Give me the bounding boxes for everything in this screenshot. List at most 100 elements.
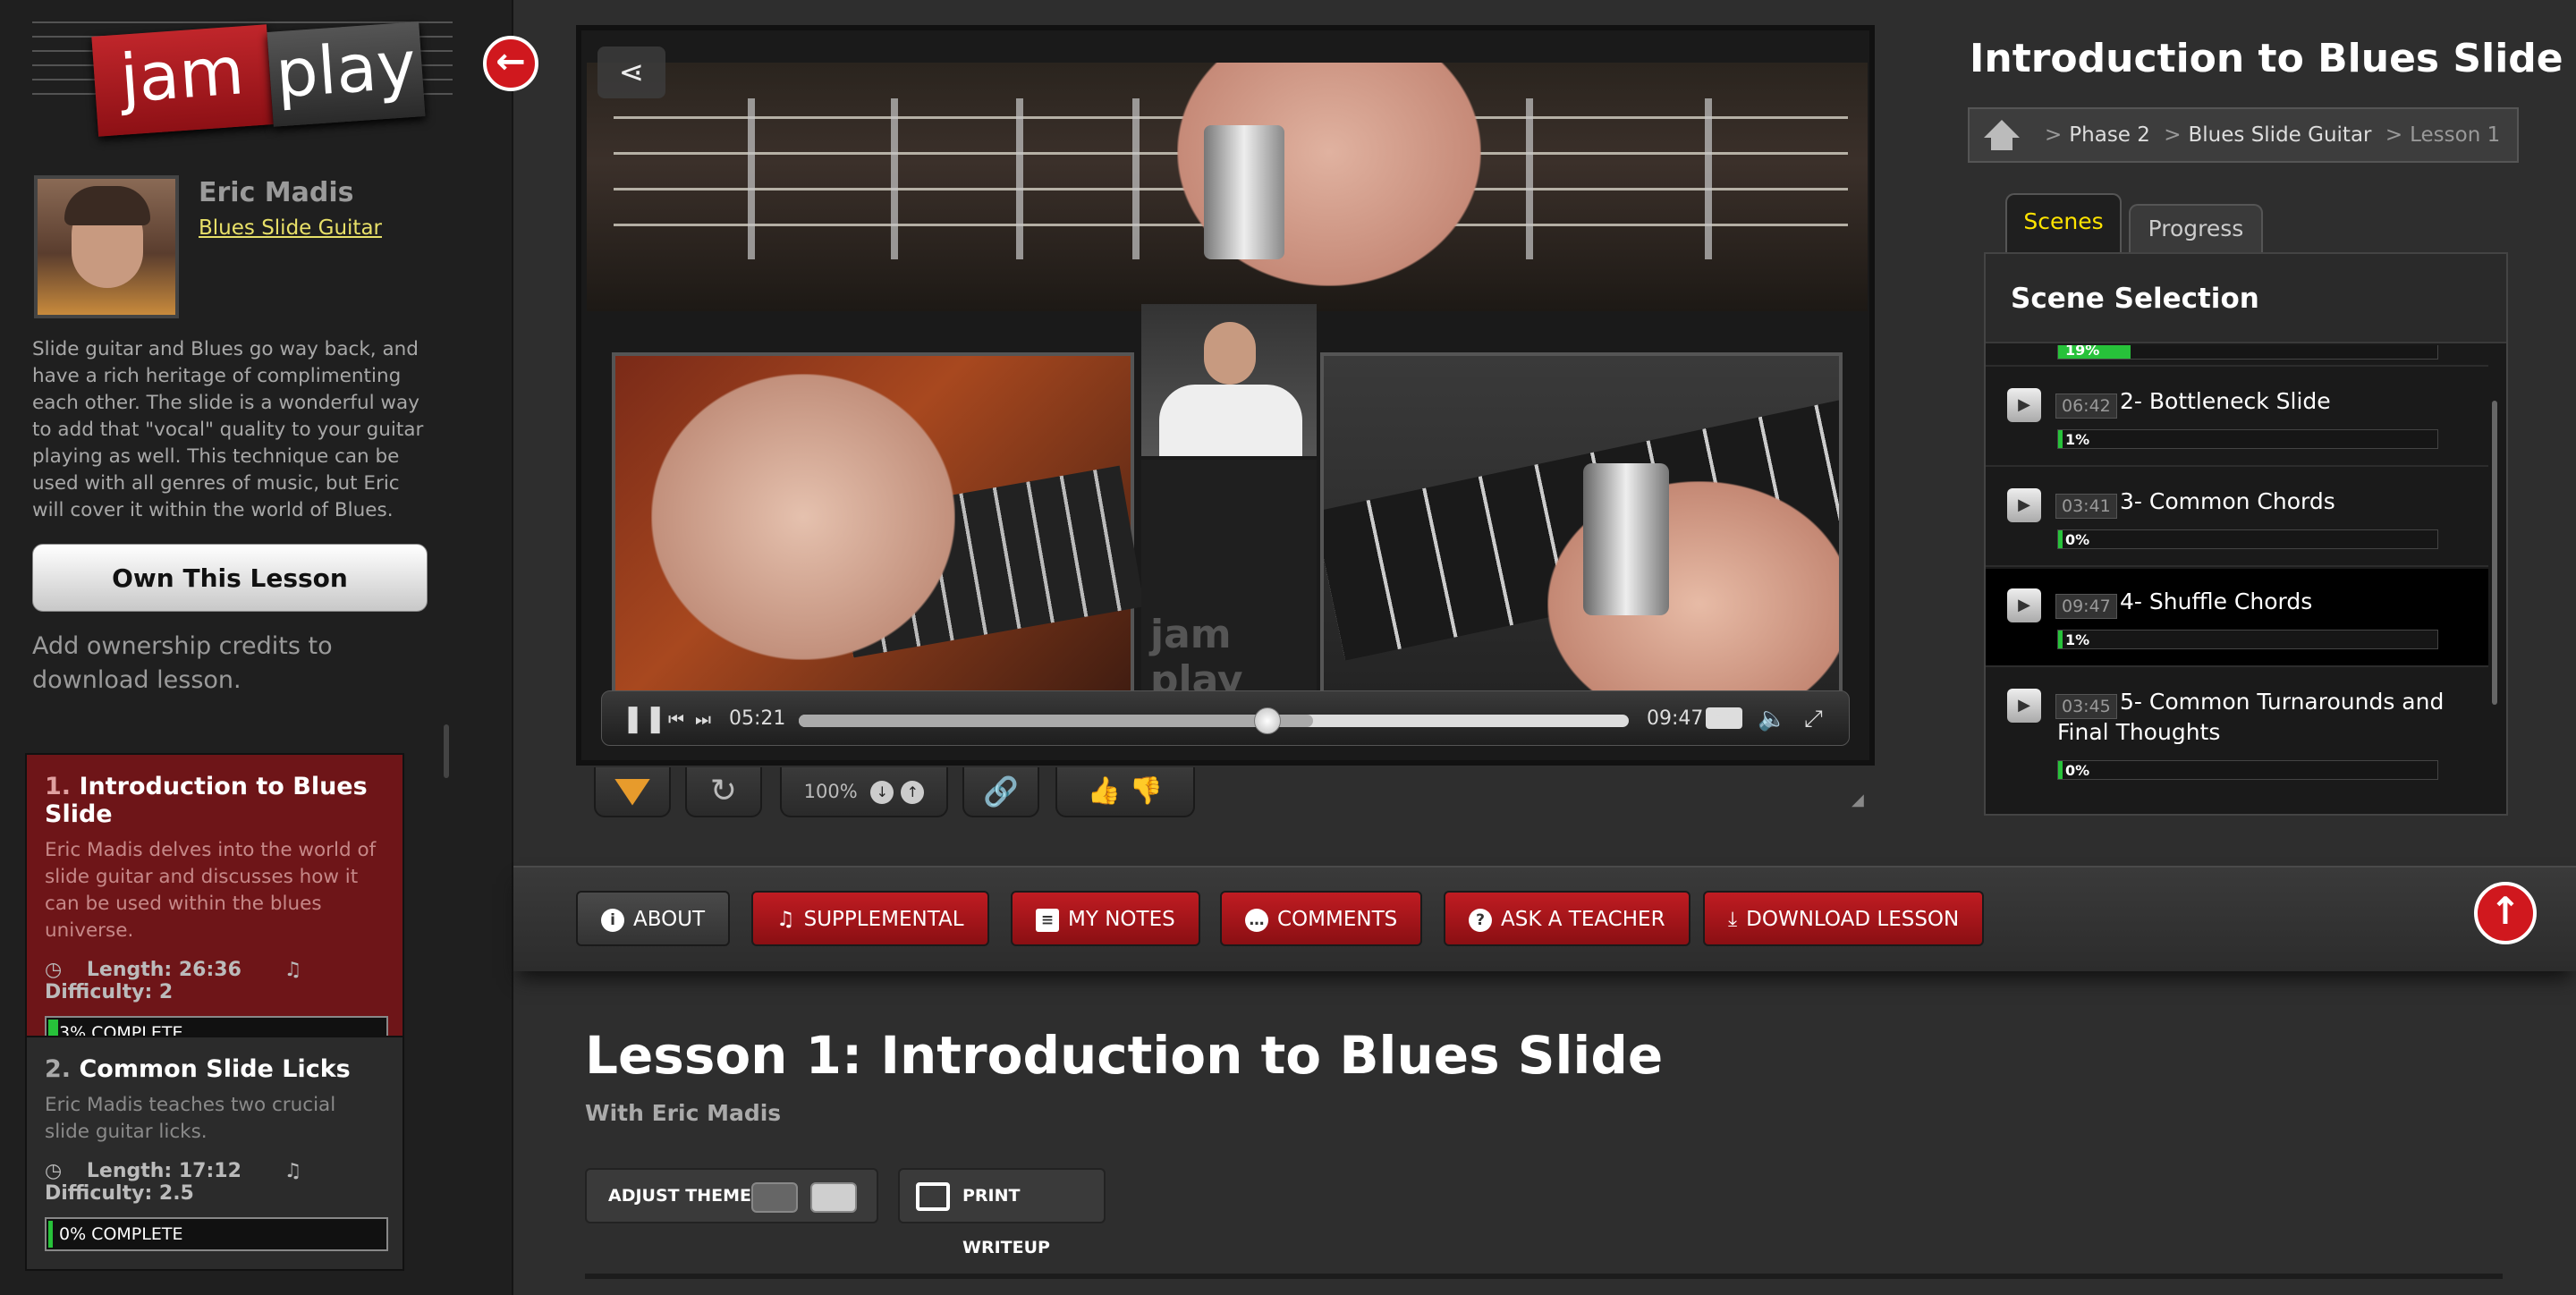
pause-button[interactable]: ❚❚: [622, 691, 666, 747]
star-badge-icon: [614, 778, 650, 806]
lesson-card-2[interactable]: 2. Common Slide Licks Eric Madis teaches…: [25, 1036, 404, 1271]
instructor-avatar: [34, 175, 179, 318]
breadcrumb: > Phase 2 > Blues Slide Guitar > Lesson 1: [1968, 107, 2519, 163]
speed-value: 100%: [803, 781, 858, 802]
jamplay-logo[interactable]: jam play: [32, 9, 453, 137]
video-watermark: jam play: [1150, 612, 1243, 703]
lesson-card-description: Eric Madis teaches two crucial slide gui…: [45, 1094, 336, 1143]
tab-scenes[interactable]: Scenes: [2005, 193, 2122, 254]
thumbs-up-icon[interactable]: 👍: [1088, 775, 1121, 807]
breadcrumb-lesson: Lesson 1: [2410, 123, 2501, 147]
next-scene-button[interactable]: ⏭: [695, 691, 711, 747]
scene-item-4[interactable]: ▶ 09:47 4- Shuffle Chords 1%: [1986, 569, 2488, 667]
link-icon: 🔗: [983, 774, 1019, 808]
breadcrumb-phase[interactable]: Phase 2: [2069, 123, 2150, 147]
collapse-sidebar-button[interactable]: ←: [483, 36, 538, 91]
logo-play-text: play: [267, 21, 426, 127]
music-note-icon: ♫: [284, 1160, 302, 1182]
lesson-card-title: 1. Introduction to Blues Slide: [45, 773, 368, 828]
scene-progress-bar: 1%: [2057, 429, 2438, 449]
scene-duration: 09:47: [2055, 594, 2117, 619]
about-button[interactable]: i ABOUT: [576, 891, 731, 946]
my-notes-button[interactable]: ≡ MY NOTES: [1011, 891, 1200, 946]
scene-name: 5- Common Turnarounds and Final Thoughts: [2057, 689, 2445, 745]
lesson-card-meta: ◷ Length: 26:36 ♫ Difficulty: 2: [45, 959, 302, 1003]
breadcrumb-course[interactable]: Blues Slide Guitar: [2189, 123, 2372, 147]
link-button[interactable]: 🔗: [962, 767, 1039, 817]
expand-icon: ⤢: [1804, 706, 1823, 732]
video-slide-view: [1320, 352, 1843, 728]
scene-item-2[interactable]: ▶ 06:42 2- Bottleneck Slide 1%: [1986, 368, 2488, 467]
seek-bar[interactable]: [799, 707, 1629, 734]
question-icon: ?: [1469, 908, 1492, 932]
resize-handle-icon[interactable]: ◢: [1852, 791, 1864, 809]
scene-list: 19% ▶ 06:42 2- Bottleneck Slide 1% ▶ 03:…: [1986, 345, 2492, 814]
lesson-tab-bar: i ABOUT ♫ SUPPLEMENTAL ≡ MY NOTES … COMMENTS…: [513, 866, 2576, 971]
scene-item-3[interactable]: ▶ 03:41 3- Common Chords 0%: [1986, 469, 2488, 567]
scroll-to-top-button[interactable]: ↑: [2474, 882, 2537, 944]
thumbs-down-icon[interactable]: 👎: [1130, 775, 1163, 807]
share-icon: ⋖: [618, 55, 645, 90]
clock-icon: ◷: [45, 1160, 63, 1182]
hd-toggle[interactable]: HD: [1706, 707, 1742, 729]
supplemental-button[interactable]: ♫ SUPPLEMENTAL: [751, 891, 989, 946]
scene-progress-bar: 19%: [2057, 345, 2438, 360]
skip-forward-icon: ⏭: [695, 708, 711, 730]
ask-teacher-button[interactable]: ? ASK A TEACHER: [1444, 891, 1690, 946]
speed-down-icon[interactable]: ↓: [870, 781, 894, 804]
scene-scrollbar[interactable]: [2492, 401, 2497, 705]
skip-back-icon: ⏮: [668, 708, 684, 730]
play-icon[interactable]: ▶: [2007, 488, 2041, 522]
scene-progress-bar: 0%: [2057, 760, 2438, 780]
rating-buttons: 👍 👎: [1055, 767, 1195, 817]
video-player[interactable]: jam play ⋖ ❚❚ ⏮ ⏭ 05:21 09:47 HD 🔈 ⤢: [576, 25, 1875, 766]
page-subtitle: With Eric Madis: [585, 1100, 782, 1126]
comments-button[interactable]: … COMMENTS: [1220, 891, 1423, 946]
scene-selection-header: Scene Selection: [1986, 254, 2506, 343]
document-icon: ≡: [1036, 908, 1059, 932]
video-top-view: [587, 63, 1868, 311]
content-divider: [585, 1274, 2503, 1279]
speed-up-icon[interactable]: ↑: [901, 781, 925, 804]
sidebar: jam play Eric Madis Blues Slide Guitar S…: [0, 0, 513, 1295]
favorite-button[interactable]: [594, 767, 671, 817]
own-lesson-button[interactable]: Own This Lesson: [32, 544, 428, 612]
printer-icon: [916, 1182, 950, 1211]
video-watermark-area: jam play: [1141, 460, 1317, 728]
scene-name: 3- Common Chords: [2120, 488, 2335, 514]
total-time: 09:47: [1647, 707, 1704, 730]
volume-button[interactable]: 🔈: [1758, 691, 1786, 747]
adjust-theme-label: ADJUST THEME:: [608, 1186, 758, 1206]
scene-item-1[interactable]: 19%: [1986, 345, 2488, 367]
instructor-name: Eric Madis: [199, 177, 354, 208]
sidebar-scrollbar[interactable]: [444, 724, 449, 778]
clock-icon: ◷: [45, 959, 63, 981]
page-title: Lesson 1: Introduction to Blues Slide: [585, 1025, 1664, 1086]
play-icon[interactable]: ▶: [2007, 588, 2041, 622]
music-note-icon: ♫: [284, 959, 302, 981]
course-link[interactable]: Blues Slide Guitar: [199, 216, 382, 240]
lesson-card-1[interactable]: 1. Introduction to Blues Slide Eric Madi…: [25, 753, 404, 1070]
repeat-icon: ↻: [709, 773, 738, 809]
download-lesson-button[interactable]: ⤓ DOWNLOAD LESSON: [1703, 891, 1985, 946]
share-button[interactable]: ⋖: [597, 47, 665, 98]
fullscreen-button[interactable]: ⤢: [1804, 691, 1823, 747]
lesson-card-title: 2. Common Slide Licks: [45, 1055, 351, 1083]
theme-dark-swatch[interactable]: [751, 1182, 798, 1213]
lesson-progress-bar: 0% COMPLETE: [45, 1217, 388, 1251]
scene-item-5[interactable]: ▶ 03:45 5- Common Turnarounds and Final …: [1986, 669, 2488, 803]
play-icon[interactable]: ▶: [2007, 388, 2041, 422]
print-writeup-button[interactable]: PRINT WRITEUP: [898, 1168, 1106, 1257]
current-time: 05:21: [729, 707, 786, 730]
lesson-title: Introduction to Blues Slide: [1970, 36, 2563, 81]
play-icon[interactable]: ▶: [2007, 689, 2041, 723]
lesson-card-meta: ◷ Length: 17:12 ♫ Difficulty: 2.5: [45, 1160, 302, 1205]
seek-handle[interactable]: [1254, 707, 1282, 734]
loop-button[interactable]: ↻: [685, 767, 762, 817]
lesson-card-description: Eric Madis delves into the world of slid…: [45, 839, 377, 942]
previous-scene-button[interactable]: ⏮: [668, 691, 684, 747]
theme-light-swatch[interactable]: [810, 1182, 857, 1213]
home-icon[interactable]: [1984, 120, 2020, 150]
arrow-up-icon: ↑: [2489, 889, 2521, 933]
tab-progress[interactable]: Progress: [2129, 204, 2263, 252]
